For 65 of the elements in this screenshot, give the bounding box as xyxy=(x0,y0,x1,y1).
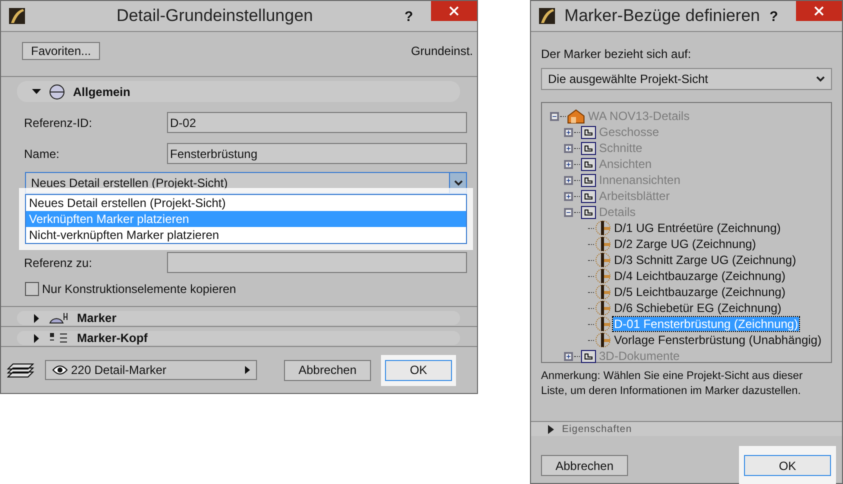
section-header[interactable]: Allgemein xyxy=(17,81,460,102)
view-map-icon xyxy=(581,350,596,362)
reference-dropdown[interactable]: Die ausgewählte Projekt-Sicht xyxy=(541,68,832,90)
detail-drawing-icon xyxy=(595,332,611,348)
close-icon xyxy=(814,6,824,16)
ok-button[interactable]: OK xyxy=(744,455,831,476)
input-field[interactable]: Fensterbrüstung xyxy=(167,143,467,164)
cancel-button[interactable]: Abbrechen xyxy=(284,360,371,380)
section-header[interactable]: Marker xyxy=(17,311,460,325)
chevron-down-icon xyxy=(816,76,825,82)
view-map-icon xyxy=(581,174,596,186)
dropdown-option[interactable]: Nicht-verknüpften Marker platzieren xyxy=(26,227,466,243)
view-map-icon xyxy=(581,142,596,154)
view-map-icon xyxy=(581,158,596,170)
help-button[interactable]: ? xyxy=(769,8,778,24)
house-icon xyxy=(567,108,585,124)
detail-drawing-icon xyxy=(595,268,611,284)
detail-drawing-icon xyxy=(595,236,611,252)
preset-label: Grundeinst. xyxy=(410,44,473,58)
favorites-button[interactable]: Favoriten... xyxy=(22,42,100,60)
section-title: Marker xyxy=(77,311,116,325)
field-label: Name: xyxy=(24,146,60,160)
section-header[interactable]: Marker-Kopf xyxy=(17,331,460,345)
layers-icon xyxy=(7,362,35,378)
marker-icon xyxy=(49,312,69,324)
collapsed-triangle-icon[interactable] xyxy=(32,334,41,342)
collapsed-triangle-icon[interactable] xyxy=(32,314,41,322)
cancel-button[interactable]: Abbrechen xyxy=(541,455,628,476)
view-map-icon xyxy=(581,206,596,218)
chevron-down-icon xyxy=(454,180,462,186)
section-title: Allgemein xyxy=(73,84,130,98)
close-icon xyxy=(449,6,459,16)
detail-drawing-icon xyxy=(595,252,611,268)
input-field[interactable] xyxy=(167,252,467,273)
app-logo-icon xyxy=(539,8,555,24)
layer-dropdown[interactable]: 220 Detail-Marker xyxy=(45,360,257,380)
view-map-icon xyxy=(581,126,596,138)
field-label: Der Marker bezieht sich auf: xyxy=(541,47,692,61)
detail-drawing-icon xyxy=(595,300,611,316)
expanded-triangle-icon[interactable] xyxy=(32,87,41,96)
close-button[interactable] xyxy=(796,1,842,21)
input-field[interactable]: D-02 xyxy=(167,112,467,133)
eye-icon xyxy=(52,365,68,375)
checkbox[interactable] xyxy=(25,282,39,296)
help-button[interactable]: ? xyxy=(404,8,413,24)
note-text: Anmerkung: Wählen Sie eine Projekt-Sicht aus dieser Liste, um deren Informationen im Marker dazustellen. xyxy=(541,369,804,399)
close-button[interactable] xyxy=(431,1,477,21)
window-title: Marker-Bezüge definieren xyxy=(563,6,762,26)
app-logo-icon xyxy=(9,8,25,24)
section-title: Eigenschaften xyxy=(562,424,632,434)
ok-button[interactable]: OK xyxy=(385,360,452,380)
checkbox-label[interactable]: Nur Konstruktionselemente kopieren xyxy=(42,282,236,296)
detail-drawing-icon xyxy=(595,316,611,332)
marker-head-icon xyxy=(49,332,69,344)
submenu-arrow-icon xyxy=(245,366,250,374)
section-header[interactable]: Eigenschaften xyxy=(531,421,842,436)
dropdown-option[interactable]: Neues Detail erstellen (Projekt-Sicht) xyxy=(26,195,466,211)
detail-drawing-icon xyxy=(595,220,611,236)
field-label: Referenz-ID: xyxy=(24,116,94,130)
detail-marker-icon xyxy=(49,84,65,100)
section-title: Marker-Kopf xyxy=(77,331,148,345)
field-label: Referenz zu: xyxy=(24,256,94,270)
detail-drawing-icon xyxy=(595,284,611,300)
view-map-icon xyxy=(581,190,596,202)
window-title: Detail-Grundeinstellungen xyxy=(115,6,314,26)
